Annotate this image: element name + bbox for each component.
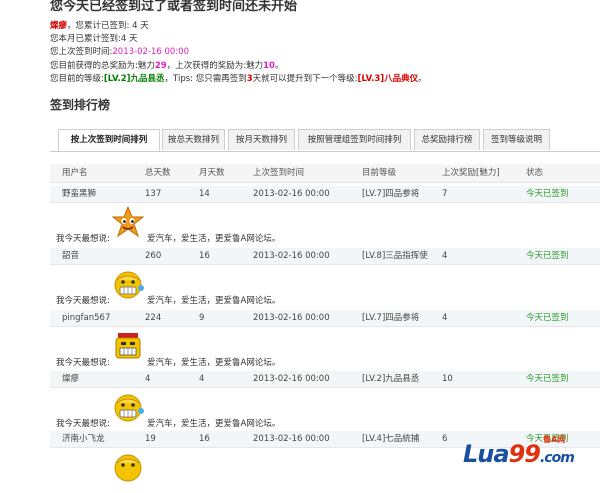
- col-level: 目前等级: [362, 168, 397, 178]
- next-level: [LV.3]八品典仪: [357, 73, 419, 84]
- mood-emoticon-icon: [114, 271, 144, 299]
- row-total: 137: [145, 189, 162, 199]
- row-username[interactable]: 燦瘳: [62, 372, 79, 386]
- table-header: 用户名 总天数 月天数 上次签到时间 目前等级 上次奖励[魅力] 状态: [50, 164, 600, 183]
- mood-label: 我今天最想说:: [56, 234, 110, 244]
- row-time: 2013-02-16 00:00: [253, 434, 330, 444]
- mood-text: 爱汽车，爱生活，更爱鲁A网论坛。: [147, 234, 281, 244]
- logo-number: 99: [508, 440, 541, 468]
- user-sign-info: 燦瘳，您累计已签到: 4 天 您本月已累计签到:4 天 您上次签到时间:2013…: [50, 20, 427, 86]
- table-row: 燦瘳 4 4 2013-02-16 00:00 [LV.2]九品县丞 10 今天…: [50, 371, 600, 388]
- username[interactable]: 燦瘳: [50, 21, 67, 31]
- table-row: 野蛮黑狮 137 14 2013-02-16 00:00 [LV.7]四品参将 …: [50, 186, 600, 203]
- tab-by-month-days[interactable]: 按月天数排列: [228, 129, 295, 150]
- row-time: 2013-02-16 00:00: [253, 313, 330, 323]
- table-row: 韶音 260 16 2013-02-16 00:00 [LV.8]三品指挥使 4…: [50, 248, 600, 265]
- mood-block: 我今天最想说: 爱汽车，爱生活，更爱鲁A网论坛。: [50, 328, 600, 372]
- info-line-4-end: 。: [274, 60, 284, 71]
- row-reward: 6: [442, 434, 448, 444]
- row-total: 224: [145, 313, 162, 323]
- tips-text-2: 天就可以提升到下一个等级:: [252, 73, 358, 84]
- last-sign-time: 2013-02-16 00:00: [112, 47, 189, 58]
- info-total-days: ，您累计已签到: 4 天: [67, 21, 149, 31]
- row-total: 4: [145, 374, 151, 384]
- row-username[interactable]: pingfan567: [62, 311, 110, 325]
- tab-reward-ranking[interactable]: 总奖励排行榜: [414, 129, 480, 150]
- row-status: 今天已签到: [526, 313, 569, 323]
- mood-text: 爱汽车，爱生活，更爱鲁A网论坛。: [147, 419, 281, 429]
- row-reward: 4: [442, 251, 448, 261]
- row-total: 260: [145, 251, 162, 261]
- row-time: 2013-02-16 00:00: [253, 189, 330, 199]
- col-status: 状态: [526, 168, 544, 178]
- info-line-2: 您本月已累计签到:4 天: [50, 34, 138, 45]
- row-level: [LV.8]三品指挥使: [362, 251, 428, 261]
- last-reward-value: 10: [263, 60, 275, 71]
- row-username[interactable]: 济南小飞龙: [62, 432, 105, 446]
- mood-label: 我今天最想说:: [56, 419, 110, 429]
- row-month: 9: [199, 313, 205, 323]
- ranking-tabs: 按上次签到时间排列 按总天数排列 按月天数排列 按照管理组签到时间排列 总奖励排…: [50, 129, 600, 152]
- row-reward: 7: [442, 189, 448, 199]
- row-username[interactable]: 韶音: [62, 249, 79, 263]
- row-level: [LV.7]四品参将: [362, 189, 420, 199]
- last-reward-label: ，上次获得的奖励为:魅力: [166, 60, 264, 71]
- mood-emoticon-icon: [114, 454, 142, 482]
- col-username: 用户名: [62, 168, 88, 178]
- current-level: [LV.2]九品县丞: [103, 73, 165, 84]
- mood-block: 我今天最想说: 爱汽车，爱生活，更爱鲁A网论坛。: [50, 389, 600, 433]
- logo-suffix: .com: [539, 450, 575, 466]
- level-label: 您目前的等级:: [50, 73, 104, 84]
- row-time: 2013-02-16 00:00: [253, 374, 330, 384]
- col-total: 总天数: [145, 168, 171, 178]
- mood-label: 我今天最想说:: [56, 358, 110, 368]
- ranking-title: 签到排行榜: [50, 98, 111, 112]
- sign-notice: 您今天已经签到过了或者签到时间还未开始: [50, 0, 298, 14]
- info-line-3: 您上次签到时间:2013-02-16 00:00: [50, 46, 427, 59]
- col-last-time: 上次签到时间: [253, 168, 305, 178]
- col-reward: 上次奖励[魅力]: [442, 168, 500, 178]
- total-reward-label: 您目前获得的总奖励为:魅力: [50, 60, 155, 71]
- tab-by-last-time[interactable]: 按上次签到时间排列: [58, 129, 160, 151]
- row-total: 19: [145, 434, 156, 444]
- mood-emoticon-icon: [115, 333, 141, 359]
- mood-block: 我今天最想说: 爱汽车，爱生活，更爱鲁A网论坛。: [50, 266, 600, 310]
- mood-block: 我今天最想说: 爱汽车，爱生活，更爱鲁A网论坛。: [50, 204, 600, 248]
- mood-emoticon-icon: [114, 394, 144, 422]
- row-time: 2013-02-16 00:00: [253, 251, 330, 261]
- lua99-logo: 鲁A网 Lua99.com: [463, 434, 600, 473]
- last-sign-label: 您上次签到时间:: [50, 47, 113, 58]
- mood-emoticon-icon: [112, 206, 144, 238]
- row-month: 16: [199, 251, 210, 261]
- row-month: 16: [199, 434, 210, 444]
- row-level: [LV.4]七品統捕: [362, 434, 420, 444]
- tab-level-info[interactable]: 签到等级说明: [483, 129, 550, 150]
- table-row: pingfan567 224 9 2013-02-16 00:00 [LV.7]…: [50, 310, 600, 327]
- info-line-5: 您目前的等级:[LV.2]九品县丞，Tips: 您只需再签到3天就可以提升到下一…: [50, 73, 427, 86]
- row-level: [LV.2]九品县丞: [362, 374, 420, 384]
- tab-by-total-days[interactable]: 按总天数排列: [162, 129, 225, 150]
- mood-text: 爱汽车，爱生活，更爱鲁A网论坛。: [147, 296, 281, 306]
- row-level: [LV.7]四品参将: [362, 313, 420, 323]
- tips-text: ，Tips: 您只需再签到: [164, 73, 247, 84]
- total-reward-value: 29: [154, 60, 167, 71]
- info-line-4: 您目前获得的总奖励为:魅力29，上次获得的奖励为:魅力10。: [50, 60, 427, 73]
- mood-text: 爱汽车，爱生活，更爱鲁A网论坛。: [147, 358, 281, 368]
- row-status: 今天已签到: [526, 189, 569, 199]
- logo-text: Lua99.com: [463, 440, 575, 468]
- row-month: 14: [199, 189, 210, 199]
- tab-by-admin-time[interactable]: 按照管理组签到时间排列: [298, 129, 411, 150]
- logo-main: Lua: [463, 440, 510, 468]
- row-reward: 4: [442, 313, 448, 323]
- info-line-1: 燦瘳，您累计已签到: 4 天: [50, 20, 427, 33]
- row-month: 4: [199, 374, 205, 384]
- row-status: 今天已签到: [526, 251, 569, 261]
- mood-label: 我今天最想说:: [56, 296, 110, 306]
- row-status: 今天已签到: [526, 374, 569, 384]
- row-username[interactable]: 野蛮黑狮: [62, 187, 96, 201]
- row-reward: 10: [442, 374, 453, 384]
- info-line-5-end: 。: [418, 73, 427, 84]
- col-month: 月天数: [199, 168, 225, 178]
